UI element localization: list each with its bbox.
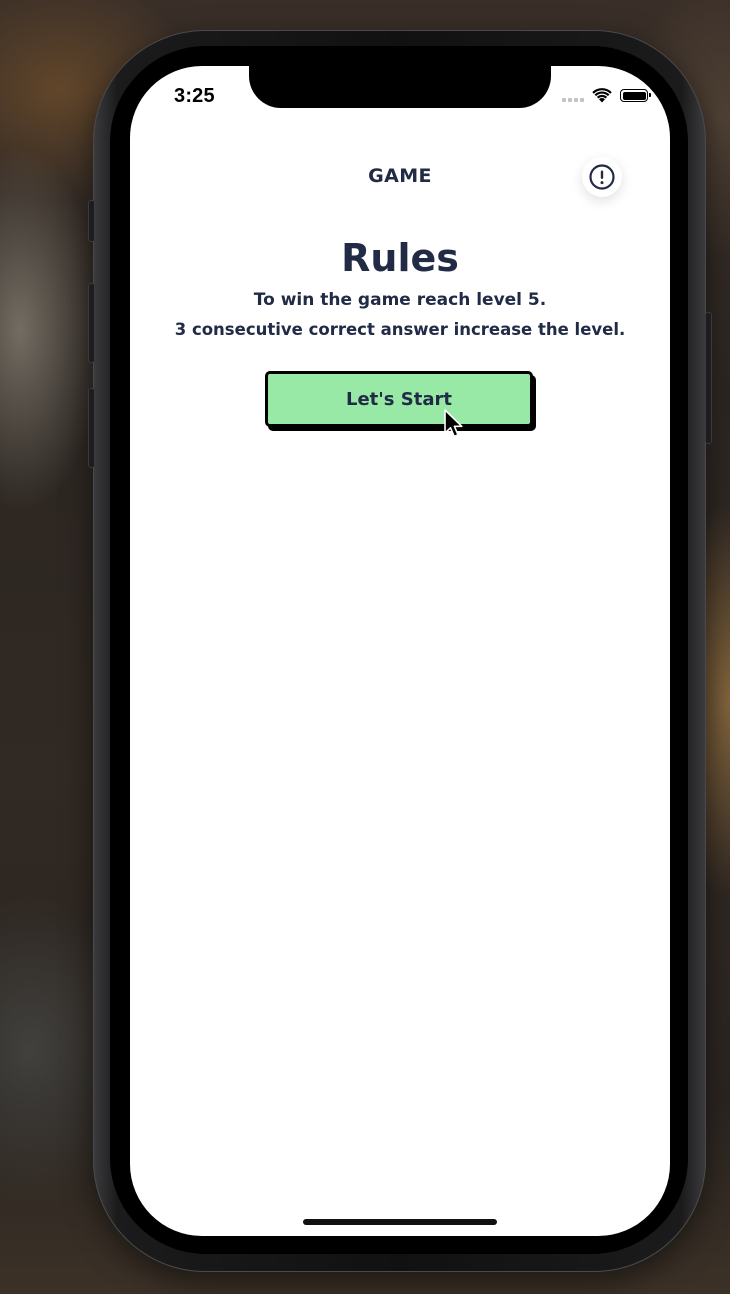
- info-button[interactable]: [582, 157, 622, 197]
- wifi-icon: [592, 88, 612, 103]
- desktop-background: { "status_bar": { "time": "3:25", "signa…: [0, 0, 730, 1294]
- battery-level: [622, 91, 646, 100]
- camera-notch: [249, 66, 551, 108]
- cellular-dots-icon: [562, 97, 584, 102]
- status-icons: [562, 88, 651, 103]
- silent-switch: [88, 200, 95, 242]
- rules-text-line-1: To win the game reach level 5.: [253, 290, 547, 310]
- battery-icon: [620, 89, 651, 102]
- rules-text-line-2: 3 consecutive correct answer increase th…: [174, 320, 626, 339]
- home-indicator[interactable]: [303, 1219, 497, 1225]
- exclamation-circle-icon: [589, 164, 615, 190]
- status-time: 3:25: [174, 85, 215, 107]
- lets-start-label: Let's Start: [346, 388, 452, 410]
- volume-down-button: [88, 388, 95, 468]
- phone-screen: 3:25 GAME Rules To win the game reach le…: [130, 66, 670, 1236]
- volume-up-button: [88, 283, 95, 363]
- rules-title: Rules: [341, 236, 459, 280]
- power-button: [705, 312, 712, 444]
- lets-start-button[interactable]: Let's Start: [265, 371, 533, 427]
